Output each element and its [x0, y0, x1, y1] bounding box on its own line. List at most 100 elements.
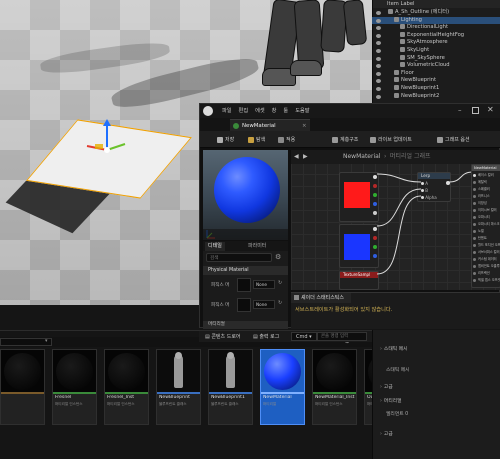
outliner-row[interactable]: VolumetricCloud: [372, 62, 500, 70]
dark-sphere-icon: [56, 353, 93, 390]
menu-item[interactable]: 에셋: [255, 108, 265, 114]
editor-menu-bar: 파일 편집 에셋 창 툴 도움말: [222, 107, 317, 115]
material-input-pin[interactable]: 앰비언트 오클루전: [472, 263, 500, 270]
material-input-pin[interactable]: 메탈릭: [472, 179, 500, 186]
asset-picker-dropdown[interactable]: None: [253, 300, 275, 309]
material-input-pin[interactable]: 오파시티 마스크: [472, 221, 500, 228]
material-input-pin[interactable]: 커스텀 데이터: [472, 256, 500, 263]
asset-thumbnail[interactable]: [237, 298, 251, 312]
asset-thumbnail: [157, 350, 200, 392]
details-settings-icon[interactable]: ⚙: [275, 253, 284, 262]
tab-cmd[interactable]: Cmd ▾: [291, 332, 317, 341]
graph-options-button[interactable]: 그래프 옵션: [437, 134, 470, 146]
tab-parameters[interactable]: 파라미터: [245, 242, 269, 251]
material-input-pin[interactable]: 베이스 컬러: [472, 172, 500, 179]
actor-icon: [400, 47, 405, 52]
asset-thumbnail[interactable]: [237, 278, 251, 292]
asset-type: 머티리얼: [263, 402, 277, 406]
details-property-row[interactable]: 스태틱 메시: [376, 366, 496, 375]
tab-newmaterial[interactable]: NewMaterial ×: [230, 119, 310, 131]
hierarchy-button[interactable]: 계층구조: [332, 134, 358, 146]
minimize-button[interactable]: –: [458, 107, 466, 115]
outliner-row[interactable]: NewBlueprint: [372, 77, 500, 85]
browse-asset-icon[interactable]: ↻: [278, 300, 282, 306]
asset-tile[interactable]: NewBlueprint1 블루프린트 클래스: [208, 349, 253, 425]
visibility-eye-icon[interactable]: [376, 56, 381, 61]
outliner-row[interactable]: Floor: [372, 69, 500, 78]
asset-tile[interactable]: Fresnel 머티리얼 인스턴스: [52, 349, 97, 425]
asset-type-bar: [157, 392, 200, 394]
asset-tile[interactable]: NewMaterial_Inst 머티리얼 인스턴스: [312, 349, 357, 425]
menu-item[interactable]: 도움말: [295, 108, 309, 114]
material-graph[interactable]: ◀ ▶ NewMaterial › 머티리얼 그래프 TextureSampl: [291, 150, 500, 290]
chevron-right-icon: ›: [380, 385, 382, 390]
maximize-button[interactable]: [472, 107, 479, 114]
asset-tile[interactable]: Fresnel_Inst 머티리얼 인스턴스: [104, 349, 149, 425]
visibility-eye-icon[interactable]: [376, 71, 381, 76]
close-button[interactable]: ✕: [487, 105, 495, 115]
outliner-row[interactable]: ExponentialHeightFog: [372, 31, 500, 40]
details-section-header[interactable]: › 고급: [376, 430, 496, 439]
browse-button[interactable]: 탐색: [248, 134, 265, 146]
material-input-pin[interactable]: 월드 포지션 오프셋: [472, 242, 500, 249]
transform-gizmo[interactable]: [75, 118, 145, 168]
console-input[interactable]: [317, 332, 367, 341]
pin-dot: [473, 257, 476, 261]
outliner-row-label: NewBlueprint: [401, 77, 436, 84]
actor-icon: [388, 9, 393, 14]
stats-tab[interactable]: 셰이더 스태티스틱스: [291, 293, 351, 303]
material-input-pin[interactable]: 노멀: [472, 228, 500, 235]
outliner-row[interactable]: SkyAtmosphere: [372, 39, 500, 47]
live-update-button[interactable]: 라이브 업데이트: [370, 134, 412, 146]
outliner-row[interactable]: Lighting: [372, 16, 500, 25]
menu-item[interactable]: 파일: [222, 108, 232, 114]
material-input-pin[interactable]: 픽셀 뎁스 오프셋: [472, 277, 500, 284]
visibility-eye-icon[interactable]: [376, 18, 381, 23]
visibility-eye-icon[interactable]: [376, 94, 381, 99]
visibility-eye-icon[interactable]: [376, 33, 381, 38]
outliner-row[interactable]: A_Sh_Outline (에디터): [372, 9, 500, 17]
material-preview-viewport[interactable]: [203, 150, 288, 240]
material-input-pin[interactable]: 이미시브 컬러: [472, 207, 500, 214]
tab-details[interactable]: 디테일: [205, 242, 225, 251]
apply-button[interactable]: 적용: [278, 134, 295, 146]
details-section-header[interactable]: › 고급: [376, 383, 496, 392]
visibility-eye-icon[interactable]: [376, 87, 381, 91]
details-search-input[interactable]: [207, 255, 271, 262]
material-input-pin[interactable]: 스페큘러: [472, 186, 500, 193]
outliner-row[interactable]: DirectionalLight: [372, 24, 500, 32]
material-input-pin[interactable]: 오파시티: [472, 214, 500, 221]
details-section-physical[interactable]: Physical Material: [203, 266, 288, 275]
graph-options-icon: [437, 136, 443, 143]
filter-dropdown[interactable]: ▾: [0, 338, 52, 346]
outliner-row[interactable]: SkyLight: [372, 47, 500, 55]
outliner-row[interactable]: NewBlueprint1: [372, 85, 500, 93]
details-property-row[interactable]: 엘리먼트 0: [376, 410, 496, 419]
asset-tile[interactable]: [0, 349, 45, 425]
tab-output-log[interactable]: ▤ 출력 로그: [253, 333, 279, 340]
save-button[interactable]: 저장: [217, 134, 234, 146]
outliner-row[interactable]: NewBlueprint2: [372, 92, 500, 101]
details-search[interactable]: [206, 253, 272, 262]
outliner-row[interactable]: SM_SkySphere: [372, 54, 500, 63]
material-output-node[interactable]: NewMaterial 베이스 컬러 메탈릭 스페큘러 러프니스 이방성 이미시브 컬러 오…: [471, 164, 500, 288]
material-input-pin[interactable]: 러프니스: [472, 193, 500, 200]
tab-content-drawer[interactable]: ▤ 콘텐츠 드로어: [205, 333, 241, 340]
details-section-material[interactable]: 머티리얼: [203, 321, 288, 329]
asset-tile[interactable]: NewBlueprint 블루프린트 클래스: [156, 349, 201, 425]
details-property-row: 피직스 머 None ↻: [203, 277, 288, 295]
browse-asset-icon[interactable]: ↻: [278, 280, 282, 286]
material-input-pin[interactable]: 이방성: [472, 200, 500, 207]
material-input-pin[interactable]: 서브서피스 컬러: [472, 249, 500, 256]
details-section-header[interactable]: › 스태틱 메시: [376, 345, 496, 354]
menu-item[interactable]: 편집: [239, 108, 249, 114]
menu-item[interactable]: 툴: [283, 108, 288, 114]
asset-picker-dropdown[interactable]: None: [253, 280, 275, 289]
visibility-eye-icon[interactable]: [376, 11, 381, 15]
material-input-pin[interactable]: 탄젠트: [472, 235, 500, 242]
menu-item[interactable]: 창: [272, 108, 277, 114]
details-section-header[interactable]: › 머티리얼: [376, 397, 496, 406]
visibility-eye-icon[interactable]: [376, 49, 381, 53]
asset-tile[interactable]: NewMaterial 머티리얼: [260, 349, 305, 425]
material-input-pin[interactable]: 리프랙션: [472, 270, 500, 277]
